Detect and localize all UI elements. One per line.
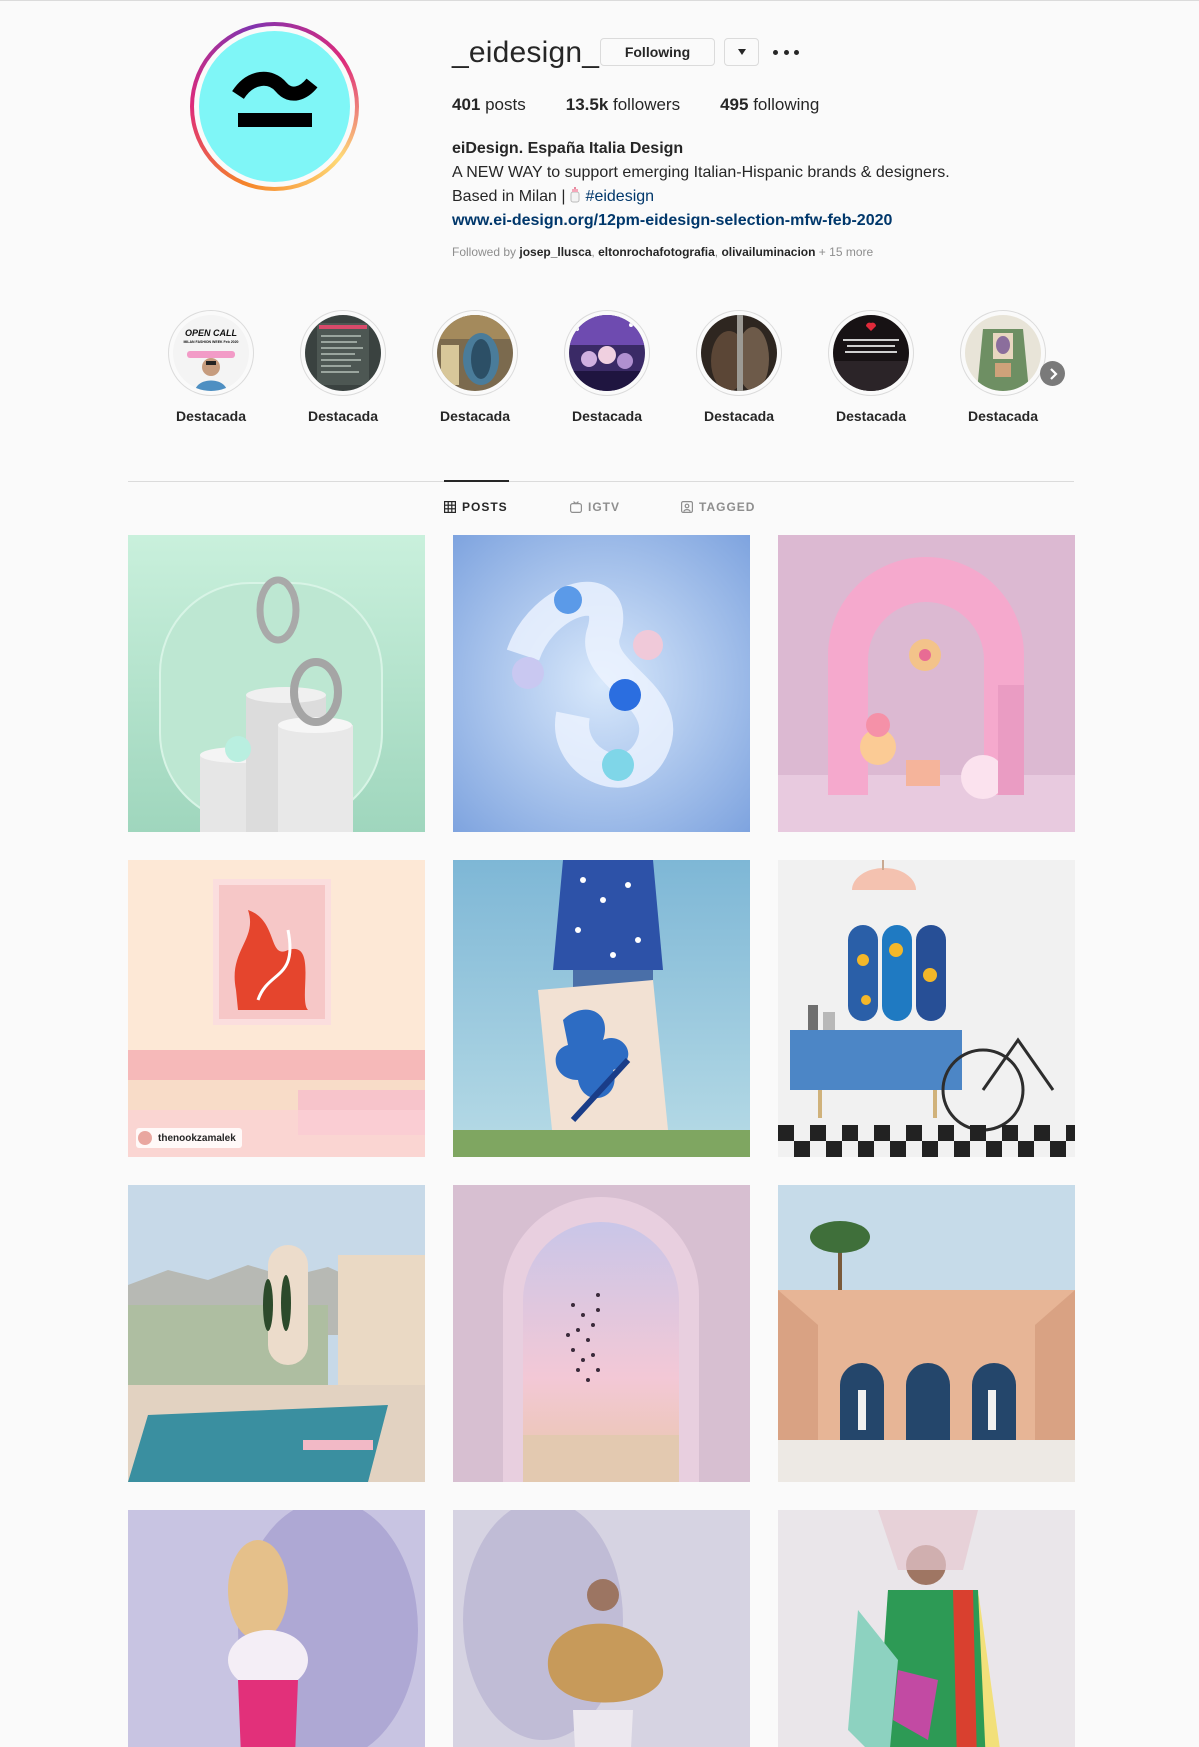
profile-avatar[interactable]: [190, 22, 359, 191]
post-image: [453, 1510, 750, 1747]
story-highlights: OPEN CALL MILAN FASHION WEEK Feb 2020 De…: [166, 310, 1066, 430]
highlight-item[interactable]: Destacada: [298, 310, 388, 424]
highlight-label: Destacada: [571, 408, 643, 424]
highlight-cover: OPEN CALL MILAN FASHION WEEK Feb 2020: [173, 315, 249, 391]
highlight-cover: [965, 315, 1041, 391]
post-tile[interactable]: [453, 535, 750, 832]
post-image: [128, 1510, 425, 1747]
following-button[interactable]: Following: [600, 38, 715, 66]
bio-line: A NEW WAY to support emerging Italian-Hi…: [452, 164, 950, 181]
post-tile[interactable]: [778, 1185, 1075, 1482]
profile-stats: 401 posts 13.5k followers 495 following: [452, 95, 859, 115]
post-tile[interactable]: [453, 1185, 750, 1482]
post-image: [128, 535, 425, 832]
avatar-image: [199, 31, 350, 182]
highlight-item[interactable]: Destacada: [430, 310, 520, 424]
baby-bottle-icon: [570, 187, 580, 203]
post-tile[interactable]: [128, 1185, 425, 1482]
highlight-label: Destacada: [307, 408, 379, 424]
post-image: [453, 1185, 750, 1482]
highlight-cover: [701, 315, 777, 391]
chevron-right-icon: [1049, 367, 1058, 380]
bio-website-link[interactable]: www.ei-design.org/12pm-eidesign-selectio…: [452, 209, 1072, 233]
profile-full-name: eiDesign. España Italia Design: [452, 140, 684, 157]
grid-icon: [444, 501, 456, 513]
active-tab-indicator: [444, 480, 509, 482]
bio-hashtag[interactable]: #eidesign: [586, 188, 655, 205]
post-image: [453, 535, 750, 832]
post-tile[interactable]: [778, 535, 1075, 832]
post-tile[interactable]: [128, 1510, 425, 1747]
post-tile[interactable]: [453, 860, 750, 1157]
highlight-label: Destacada: [175, 408, 247, 424]
highlight-item[interactable]: Destacada: [958, 310, 1048, 424]
post-tile[interactable]: [453, 1510, 750, 1747]
highlights-next-button[interactable]: [1040, 361, 1065, 386]
more-options-button[interactable]: [773, 44, 799, 60]
followed-by[interactable]: Followed by josep_llusca, eltonrochafoto…: [452, 245, 873, 259]
highlight-item[interactable]: OPEN CALL MILAN FASHION WEEK Feb 2020 De…: [166, 310, 256, 424]
highlight-item[interactable]: Destacada: [826, 310, 916, 424]
posts-stat: 401 posts: [452, 95, 526, 114]
avatar: [138, 1131, 152, 1145]
post-image: [453, 860, 750, 1157]
post-image: [778, 860, 1075, 1157]
tagged-user-chip[interactable]: thenookzamalek: [136, 1128, 242, 1148]
highlight-label: Destacada: [967, 408, 1039, 424]
eidesign-logo-icon: [232, 71, 318, 127]
svg-text:OPEN CALL: OPEN CALL: [185, 328, 237, 338]
svg-text:MILAN FASHION WEEK Feb 2020: MILAN FASHION WEEK Feb 2020: [183, 340, 238, 344]
post-image: [778, 1185, 1075, 1482]
highlight-cover: [569, 315, 645, 391]
post-tile[interactable]: [128, 535, 425, 832]
post-image: [128, 1185, 425, 1482]
post-image: [778, 1510, 1075, 1747]
highlight-label: Destacada: [439, 408, 511, 424]
highlight-cover: [833, 315, 909, 391]
tagged-icon: [681, 501, 693, 513]
followers-stat[interactable]: 13.5k followers: [566, 95, 680, 115]
highlight-cover: [437, 315, 513, 391]
suggested-dropdown-button[interactable]: [724, 38, 759, 66]
post-tile[interactable]: thenookzamalek: [128, 860, 425, 1157]
igtv-icon: [570, 501, 582, 513]
tab-posts[interactable]: POSTS: [444, 500, 508, 514]
post-tile[interactable]: [778, 1510, 1075, 1747]
tab-igtv[interactable]: IGTV: [570, 500, 620, 514]
highlight-cover: [305, 315, 381, 391]
highlight-item[interactable]: Destacada: [694, 310, 784, 424]
tab-tagged[interactable]: TAGGED: [681, 500, 755, 514]
highlight-item[interactable]: Destacada: [562, 310, 652, 424]
post-image: [128, 860, 425, 1157]
bio-line: Based in Milan | #eidesign: [452, 187, 655, 205]
following-stat[interactable]: 495 following: [720, 95, 819, 115]
post-tile[interactable]: [778, 860, 1075, 1157]
chevron-down-icon: [737, 49, 746, 55]
post-image: [778, 535, 1075, 832]
highlight-label: Destacada: [835, 408, 907, 424]
tabs-divider: [128, 481, 1074, 482]
top-divider: [0, 0, 1199, 1]
profile-username: _eidesign_: [452, 36, 600, 69]
highlight-label: Destacada: [703, 408, 775, 424]
profile-bio: eiDesign. España Italia Design A NEW WAY…: [452, 137, 1072, 233]
